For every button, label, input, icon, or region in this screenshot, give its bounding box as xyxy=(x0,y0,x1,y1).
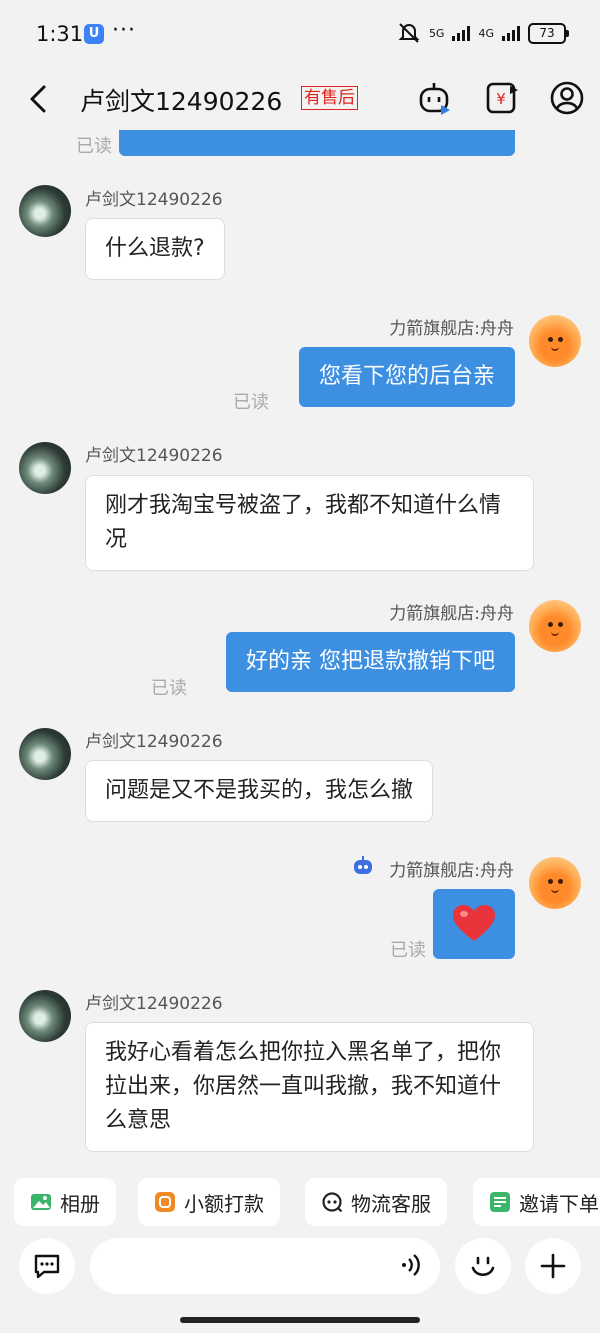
message-bubble-incoming[interactable]: 我好心看着怎么把你拉入黑名单了，把你拉出来，你居然一直叫我撤，我不知道什么意思 xyxy=(85,1022,534,1152)
logistics-service-button[interactable]: 物流客服 xyxy=(305,1178,447,1226)
sender-name: 卢剑文12490226 xyxy=(85,190,223,210)
emoji-button[interactable] xyxy=(455,1238,511,1294)
svg-text:¥: ¥ xyxy=(496,90,506,108)
mute-vibrate-icon xyxy=(398,23,420,43)
read-receipt: 已读 xyxy=(390,940,426,961)
input-bar xyxy=(0,1233,600,1303)
plus-icon xyxy=(540,1253,566,1279)
logistics-service-label: 物流客服 xyxy=(351,1191,431,1216)
album-button[interactable]: 相册 xyxy=(14,1178,116,1226)
message-bubble-incoming[interactable]: 问题是又不是我买的，我怎么撤 xyxy=(85,760,434,822)
signal-icon xyxy=(502,25,520,41)
customer-avatar[interactable] xyxy=(19,185,71,237)
read-receipt: 已读 xyxy=(151,678,187,699)
smiley-icon xyxy=(471,1256,495,1277)
message-bubble-outgoing[interactable]: 您看下您的后台亲 xyxy=(298,347,515,407)
battery-icon: 73 xyxy=(528,22,569,44)
chat-header: 卢剑文12490226 有售后 ¥ xyxy=(0,70,600,130)
signal-icon xyxy=(452,25,471,41)
home-indicator[interactable] xyxy=(180,1317,420,1323)
robot-assistant-icon[interactable] xyxy=(417,80,453,116)
invite-order-button[interactable]: 邀请下单 xyxy=(473,1178,600,1226)
after-sales-badge[interactable]: 有售后 xyxy=(301,86,358,110)
sender-name: 卢剑文12490226 xyxy=(85,994,223,1014)
customer-avatar[interactable] xyxy=(19,442,71,494)
chat-area[interactable]: 已读 卢剑文12490226 什么退款? 力箭旗舰店:舟舟 已读 您看下您的后台… xyxy=(0,130,600,1165)
read-receipt: 已读 xyxy=(233,392,269,413)
message-bubble-incoming[interactable]: 什么退款? xyxy=(85,218,225,280)
message-bubble-outgoing[interactable] xyxy=(433,889,515,959)
small-payment-button[interactable]: 小额打款 xyxy=(138,1178,280,1226)
chat-title: 卢剑文12490226 xyxy=(80,87,283,116)
status-bar: 1:31 U ··· 5G 4G 73 xyxy=(0,0,600,70)
album-label: 相册 xyxy=(60,1191,100,1216)
invite-order-label: 邀请下单 xyxy=(519,1191,599,1216)
chat-bubble-icon xyxy=(34,1254,60,1279)
sender-name: 力箭旗舰店:舟舟 xyxy=(389,861,514,881)
sender-name: 卢剑文12490226 xyxy=(85,446,223,466)
quick-actions-bar: 相册 小额打款 物流客服 邀请下单 xyxy=(0,1175,600,1231)
small-payment-label: 小额打款 xyxy=(184,1191,264,1216)
customer-avatar[interactable] xyxy=(19,990,71,1042)
customer-avatar[interactable] xyxy=(19,728,71,780)
logistics-service-icon xyxy=(322,1192,343,1213)
image-icon xyxy=(31,1194,51,1210)
sender-name: 卢剑文12490226 xyxy=(85,732,223,752)
read-receipt: 已读 xyxy=(76,136,112,157)
status-indicators: 5G 4G 73 xyxy=(397,22,569,44)
bot-icon xyxy=(354,856,372,874)
message-input[interactable] xyxy=(90,1238,440,1294)
invite-order-icon xyxy=(490,1192,510,1212)
message-bubble-incoming[interactable]: 刚才我淘宝号被盗了，我都不知道什么情况 xyxy=(85,475,534,571)
heart-icon xyxy=(453,905,495,941)
voice-input-icon[interactable] xyxy=(396,1249,428,1281)
message-bubble-outgoing-partial[interactable] xyxy=(119,130,515,156)
status-time: 1:31 xyxy=(36,22,84,46)
shop-avatar[interactable] xyxy=(529,857,581,909)
sender-name: 力箭旗舰店:舟舟 xyxy=(389,319,514,339)
sender-name: 力箭旗舰店:舟舟 xyxy=(389,604,514,624)
more-options-button[interactable] xyxy=(525,1238,581,1294)
shop-avatar[interactable] xyxy=(529,315,581,367)
payment-icon xyxy=(155,1192,175,1212)
network-4g-label: 4G xyxy=(478,26,494,40)
quick-reply-button[interactable] xyxy=(19,1238,75,1294)
more-notifications-icon: ··· xyxy=(112,18,136,43)
back-arrow-icon[interactable] xyxy=(24,82,54,116)
app-notification-icon: U xyxy=(84,24,104,44)
profile-icon[interactable] xyxy=(549,80,585,116)
network-5g-label: 5G xyxy=(428,26,445,40)
shop-avatar[interactable] xyxy=(529,600,581,652)
order-payment-icon[interactable]: ¥ xyxy=(484,80,520,116)
message-bubble-outgoing[interactable]: 好的亲 您把退款撤销下吧 xyxy=(226,632,515,692)
